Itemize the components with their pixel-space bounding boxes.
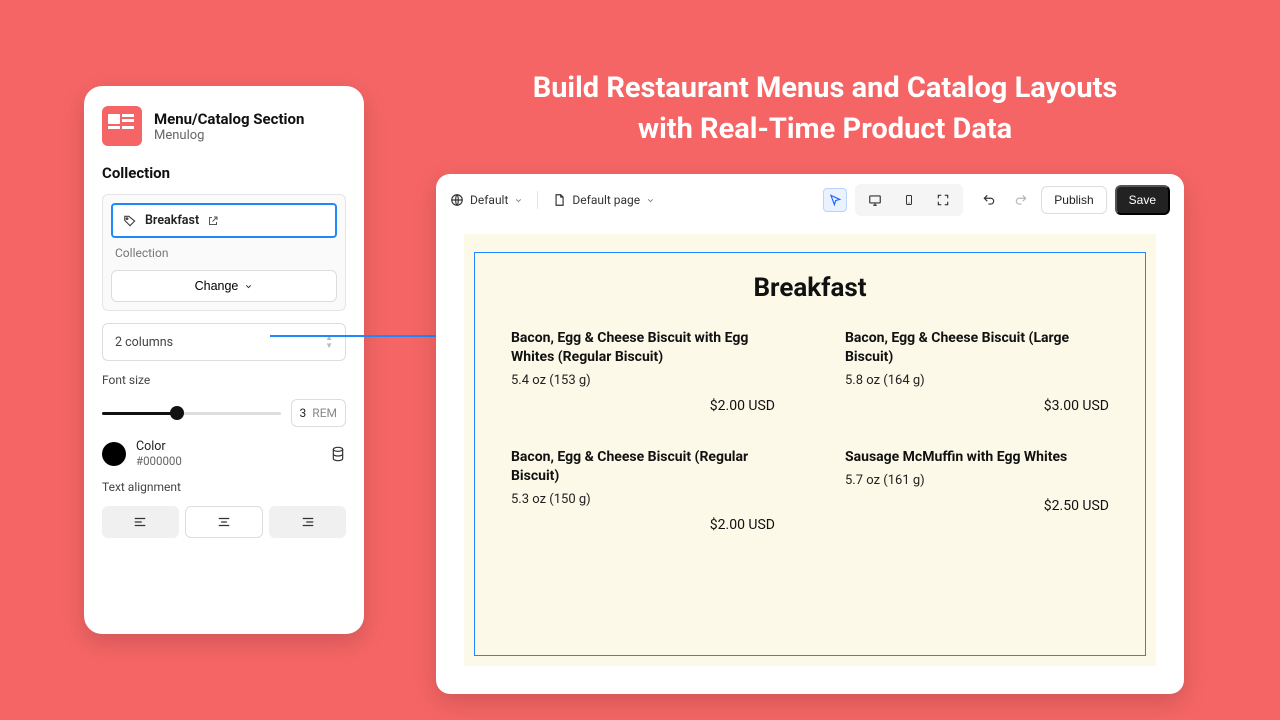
menu-item-name: Bacon, Egg & Cheese Biscuit (Large Biscu… [845, 329, 1109, 367]
change-button-label: Change [195, 279, 239, 293]
menu-item: Bacon, Egg & Cheese Biscuit (Regular Bis… [511, 448, 775, 533]
menu-grid: Bacon, Egg & Cheese Biscuit with Egg Whi… [511, 329, 1109, 533]
panel-subtitle: Menulog [154, 128, 304, 143]
redo-button[interactable] [1009, 188, 1033, 212]
font-size-value: 3 [300, 406, 307, 420]
mobile-icon [903, 193, 915, 207]
undo-icon [982, 193, 996, 207]
menu-item-meta: 5.8 oz (164 g) [845, 373, 1109, 388]
menu-item-price: $2.00 USD [511, 517, 775, 533]
collection-selected-pill[interactable]: Breakfast [111, 203, 337, 238]
globe-icon [450, 193, 464, 207]
align-center-button[interactable] [185, 506, 264, 538]
menu-item-name: Bacon, Egg & Cheese Biscuit (Regular Bis… [511, 448, 775, 486]
align-right-button[interactable] [269, 506, 346, 538]
cursor-icon [828, 193, 842, 207]
page-dropdown[interactable]: Default page [552, 193, 655, 207]
menu-item-name: Sausage McMuffin with Egg Whites [845, 448, 1109, 467]
color-swatch[interactable] [102, 442, 126, 466]
collection-selected-name: Breakfast [145, 213, 199, 228]
menu-item-meta: 5.3 oz (150 g) [511, 492, 775, 507]
hero-title: Build Restaurant Menus and Catalog Layou… [430, 68, 1220, 149]
page-dropdown-label: Default page [572, 193, 640, 207]
menu-item-meta: 5.4 oz (153 g) [511, 373, 775, 388]
menu-heading: Breakfast [511, 273, 1109, 303]
collection-field-label: Collection [111, 246, 337, 260]
dynamic-source-icon[interactable] [330, 446, 346, 462]
redo-icon [1014, 193, 1028, 207]
publish-button[interactable]: Publish [1041, 186, 1106, 214]
align-left-icon [133, 515, 147, 529]
menu-item-price: $2.50 USD [845, 498, 1109, 514]
editor-toolbar: Default Default page [436, 174, 1184, 226]
chevron-down-icon [514, 196, 523, 205]
mobile-view-button[interactable] [897, 188, 921, 212]
desktop-view-button[interactable] [863, 188, 887, 212]
inspector-toggle[interactable] [823, 188, 847, 212]
hero-line-1: Build Restaurant Menus and Catalog Layou… [533, 71, 1118, 105]
app-icon [102, 106, 142, 146]
collection-section-label: Collection [102, 164, 346, 182]
font-size-value-box[interactable]: 3 REM [291, 399, 346, 427]
align-center-icon [217, 515, 231, 529]
align-left-button[interactable] [102, 506, 179, 538]
canvas-area[interactable]: Breakfast Bacon, Egg & Cheese Biscuit wi… [464, 234, 1156, 666]
color-row[interactable]: Color #000000 [102, 439, 346, 468]
columns-select[interactable]: 2 columns ▲▼ [102, 323, 346, 361]
color-label: Color [136, 439, 182, 454]
text-align-label: Text alignment [102, 480, 346, 494]
columns-label: 2 columns [115, 335, 173, 350]
device-switcher [855, 184, 963, 216]
chevron-down-icon [646, 196, 655, 205]
menu-item-meta: 5.7 oz (161 g) [845, 473, 1109, 488]
menu-item: Sausage McMuffin with Egg Whites 5.7 oz … [845, 448, 1109, 533]
save-button[interactable]: Save [1115, 185, 1170, 215]
panel-header: Menu/Catalog Section Menulog [102, 106, 346, 146]
font-size-unit: REM [312, 406, 337, 420]
desktop-icon [868, 193, 882, 207]
template-dropdown-label: Default [470, 193, 508, 207]
undo-button[interactable] [977, 188, 1001, 212]
hero-line-2: with Real-Time Product Data [638, 112, 1012, 146]
menu-item-price: $2.00 USD [511, 398, 775, 414]
font-size-label: Font size [102, 373, 346, 387]
menu-section-frame[interactable]: Breakfast Bacon, Egg & Cheese Biscuit wi… [474, 252, 1146, 656]
fullscreen-icon [936, 193, 950, 207]
save-label: Save [1129, 193, 1156, 207]
panel-title: Menu/Catalog Section [154, 110, 304, 128]
change-button[interactable]: Change [111, 270, 337, 302]
collection-block: Breakfast Collection Change [102, 194, 346, 311]
chevron-down-icon [244, 282, 253, 291]
menu-item-name: Bacon, Egg & Cheese Biscuit with Egg Whi… [511, 329, 775, 367]
menu-item: Bacon, Egg & Cheese Biscuit with Egg Whi… [511, 329, 775, 414]
preview-card: Default Default page [436, 174, 1184, 694]
publish-label: Publish [1054, 193, 1093, 207]
toolbar-divider [537, 191, 538, 209]
settings-panel: Menu/Catalog Section Menulog Collection … [84, 86, 364, 634]
external-link-icon [207, 215, 219, 227]
page-icon [552, 193, 566, 207]
menu-item-price: $3.00 USD [845, 398, 1109, 414]
align-right-icon [301, 515, 315, 529]
font-size-slider[interactable] [102, 403, 281, 423]
template-dropdown[interactable]: Default [450, 193, 523, 207]
fullscreen-view-button[interactable] [931, 188, 955, 212]
color-hex: #000000 [136, 454, 182, 468]
menu-item: Bacon, Egg & Cheese Biscuit (Large Biscu… [845, 329, 1109, 414]
tag-icon [123, 214, 137, 228]
